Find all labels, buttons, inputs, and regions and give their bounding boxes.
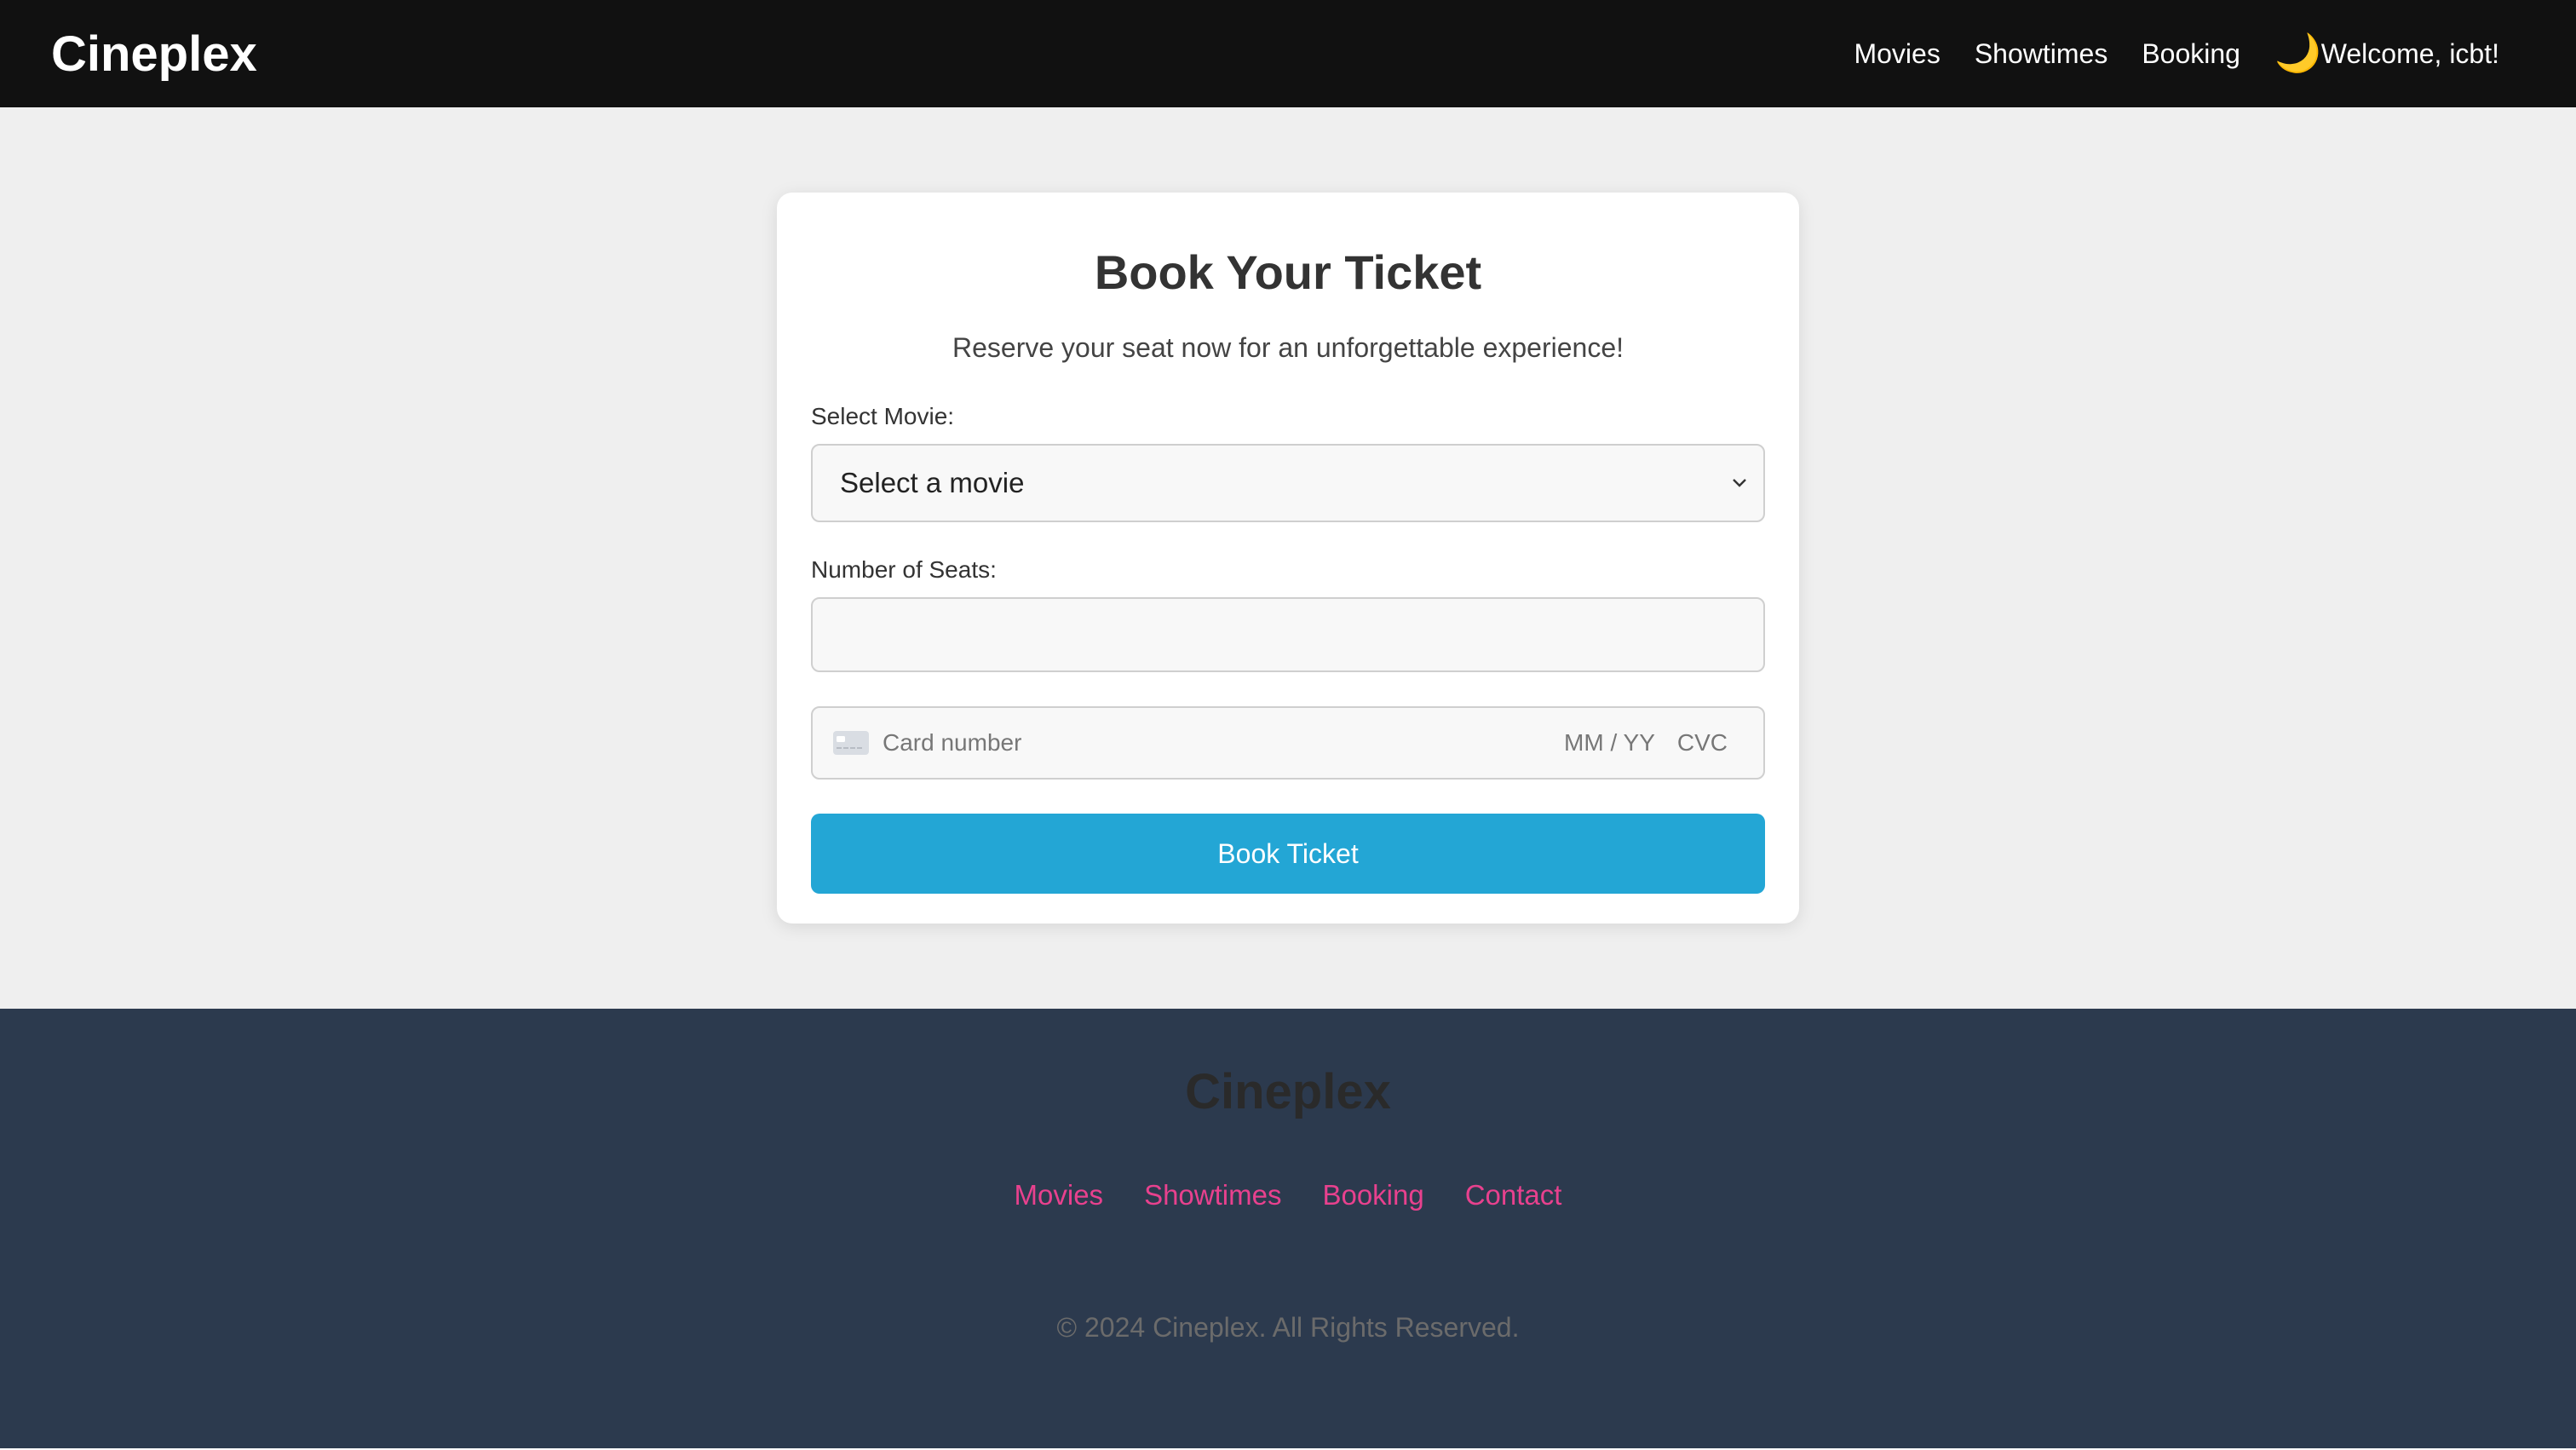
- top-navbar: Cineplex Movies Showtimes Booking 🌙 Welc…: [0, 0, 2576, 107]
- footer-showtimes-link[interactable]: Showtimes: [1144, 1179, 1281, 1211]
- card-cvc-input[interactable]: CVC: [1677, 729, 1728, 757]
- footer-brand: Cineplex: [1185, 1064, 1391, 1119]
- brand-logo[interactable]: Cineplex: [51, 26, 257, 83]
- copyright-text: © 2024 Cineplex. All Rights Reserved.: [1056, 1312, 1520, 1343]
- footer-movies-link[interactable]: Movies: [1015, 1179, 1104, 1211]
- movie-select[interactable]: Select a movie: [811, 444, 1765, 522]
- nav-movies-link[interactable]: Movies: [1854, 38, 1940, 70]
- movie-label: Select Movie:: [811, 403, 955, 429]
- page-subtitle: Reserve your seat now for an unforgettab…: [952, 332, 1624, 363]
- payment-card-field[interactable]: Card number MM / YY CVC: [811, 706, 1765, 780]
- moon-icon[interactable]: 🌙: [2274, 35, 2321, 72]
- welcome-text: Welcome, icbt!: [2320, 37, 2499, 69]
- page-title: Book Your Ticket: [1094, 245, 1482, 299]
- seats-label: Number of Seats:: [811, 556, 997, 583]
- footer-links: Movies Showtimes Booking Contact: [0, 1179, 2576, 1211]
- credit-card-icon: [833, 731, 869, 755]
- seats-input[interactable]: [811, 597, 1765, 672]
- chevron-down-icon: [1729, 473, 1750, 493]
- footer-booking-link[interactable]: Booking: [1322, 1179, 1423, 1211]
- nav-links: Movies Showtimes Booking 🌙 Welcome, icbt…: [1854, 35, 2499, 72]
- nav-booking-link[interactable]: Booking: [2142, 38, 2240, 70]
- card-number-input[interactable]: Card number: [883, 729, 1564, 757]
- footer-contact-link[interactable]: Contact: [1465, 1179, 1562, 1211]
- card-expiry-input[interactable]: MM / YY: [1564, 729, 1655, 757]
- booking-card: Book Your Ticket Reserve your seat now f…: [777, 193, 1799, 924]
- movie-select-value: Select a movie: [840, 467, 1025, 498]
- welcome-area: 🌙 Welcome, icbt!: [2274, 35, 2499, 72]
- nav-showtimes-link[interactable]: Showtimes: [1975, 38, 2108, 70]
- book-ticket-button[interactable]: Book Ticket: [811, 814, 1765, 894]
- footer: Cineplex Movies Showtimes Booking Contac…: [0, 1009, 2576, 1450]
